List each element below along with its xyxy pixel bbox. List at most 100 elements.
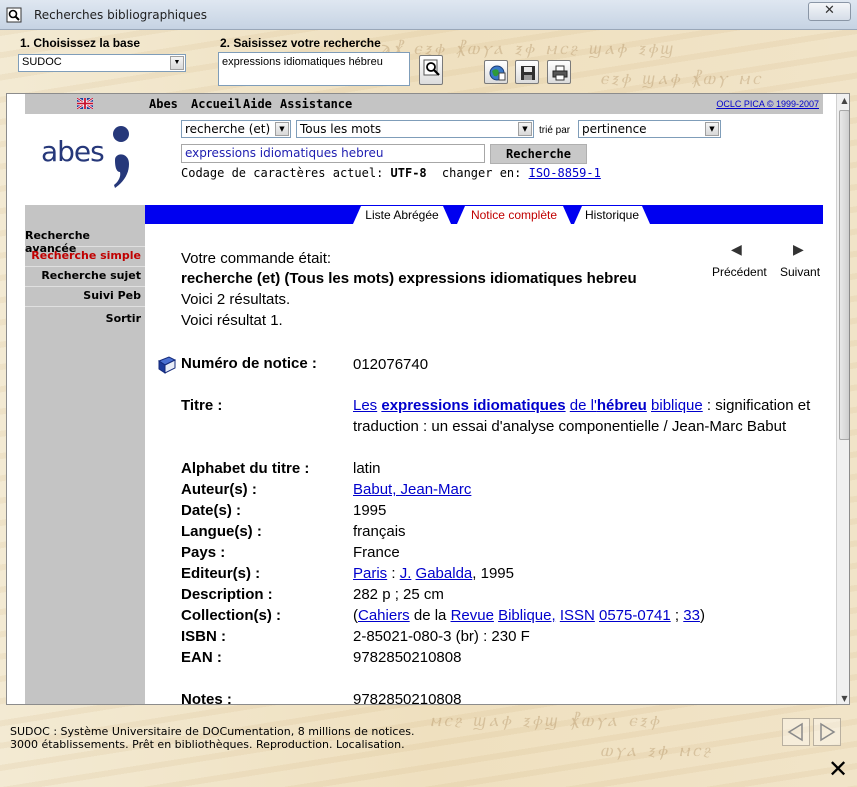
right-triangle-icon [820,722,836,742]
print-button[interactable] [547,60,571,84]
logo-text: abes [41,135,105,168]
sort-value: pertinence [582,122,647,136]
date-label: Date(s) : [181,502,242,519]
scroll-down-icon[interactable]: ▼ [838,692,849,704]
copyright-link[interactable]: OCLC PICA © 1999-2007 [716,99,819,109]
collection-label: Collection(s) : [181,607,281,624]
pays-value: France [353,544,400,561]
titre-value: Les expressions idiomatiques de l'hébreu… [353,395,827,437]
titre-link-expressions[interactable]: expressions idiomatiques [381,397,565,414]
scroll-up-icon[interactable]: ▲ [838,94,849,108]
next-arrow-icon[interactable]: ▶ [793,242,804,258]
recherche-button[interactable]: Recherche [490,144,587,164]
search-app-icon [6,7,22,23]
search-button[interactable] [419,55,443,85]
magnifier-icon [423,59,440,76]
sidebar-item-suivi-peb[interactable]: Suivi Peb [83,289,141,302]
printer-icon [552,65,568,81]
editeur-name-link[interactable]: Gabalda [416,565,473,582]
collection-link-issn[interactable]: ISSN [560,607,595,624]
notice-label: Numéro de notice : [181,355,317,372]
notice-value: 012076740 [353,356,429,373]
vertical-scrollbar[interactable]: ▲ ▼ [836,94,849,704]
next-link[interactable]: Suivant [780,265,820,279]
notes-label: Notes : [181,691,232,705]
collection-link-biblique[interactable]: Biblique, [498,607,556,624]
titre-link-de[interactable]: de l' [570,397,597,414]
encoding-value: UTF-8 [390,166,427,180]
titre-link-les[interactable]: Les [353,397,377,414]
sidebar-item-sortir[interactable]: Sortir [106,312,141,325]
collection-text-1: de la [409,607,451,624]
titre-label: Titre : [181,397,223,414]
titre-link-hebreu[interactable]: hébreu [597,397,647,414]
pays-label: Pays : [181,544,226,561]
footer-line-1: SUDOC : Système Universitaire de DOCumen… [10,725,415,738]
sort-select[interactable]: pertinence ▼ [578,120,721,138]
base-select-value: SUDOC [22,56,62,68]
date-value: 1995 [353,502,387,519]
menu-item-aide[interactable]: Aide [243,97,272,111]
notes-value: 9782850210808 [353,691,462,705]
collection-link-issn-number[interactable]: 0575-0741 [599,607,671,624]
tab-notice-complete[interactable]: Notice complète [457,206,571,224]
exit-close-icon[interactable]: ✕ [826,757,850,781]
description-value: 282 p ; 25 cm [353,586,444,603]
tab-historique[interactable]: Historique [574,206,650,224]
command-label: Votre commande était: [181,250,332,267]
auteur-link[interactable]: Babut, Jean-Marc [353,481,471,498]
editeur-separator: : [387,565,400,582]
sidebar-item-recherche-simple[interactable]: Recherche simple [31,249,141,262]
terms-input[interactable]: expressions idiomatiques hebreu [181,144,485,163]
globe-button[interactable] [484,60,508,84]
step2-label: 2. Saisissez votre recherche [220,36,381,50]
menu-item-assistance[interactable]: Assistance [280,97,352,111]
editeur-year: , 1995 [472,565,514,582]
scope-value: Tous les mots [300,122,382,136]
sidebar-item-recherche-sujet[interactable]: Recherche sujet [41,269,141,282]
collection-link-volume[interactable]: 33 [683,607,700,624]
footer-prev-button[interactable] [782,718,810,746]
save-button[interactable] [515,60,539,84]
langue-value: français [353,523,406,540]
prev-link[interactable]: Précédent [712,265,767,279]
isbn-value: 2-85021-080-3 (br) : 230 F [353,628,530,645]
encoding-label: Codage de caractères actuel: [181,166,384,180]
globe-icon [489,65,506,81]
menu-item-accueil[interactable]: Accueil [191,97,242,111]
footer-next-button[interactable] [813,718,841,746]
alphabet-label: Alphabet du titre : [181,460,310,477]
floppy-disk-icon [521,66,535,80]
search-input[interactable]: expressions idiomatiques hébreu [218,52,410,86]
operator-select[interactable]: recherche (et) ▼ [181,120,291,138]
chevron-down-icon[interactable]: ▼ [518,122,532,136]
results-viewport: abes Abes Accueil Aide Assistance OCLC P… [6,93,850,705]
scrollbar-thumb[interactable] [839,110,849,440]
scope-select[interactable]: Tous les mots ▼ [296,120,534,138]
base-select[interactable]: SUDOC ▼ [18,54,186,72]
window-title: Recherches bibliographiques [34,8,207,22]
menu-bar: Abes Accueil Aide Assistance OCLC PICA ©… [145,94,823,114]
sort-label: trié par [539,125,571,136]
chevron-down-icon[interactable]: ▼ [170,56,184,70]
chevron-down-icon[interactable]: ▼ [705,122,719,136]
uk-flag-icon[interactable] [77,98,93,109]
change-encoding-link[interactable]: ISO-8859-1 [529,166,601,180]
ean-value: 9782850210808 [353,649,462,666]
titre-link-biblique[interactable]: biblique [651,397,703,414]
window-titlebar: Recherches bibliographiques ✕ [0,0,857,30]
collection-link-cahiers[interactable]: Cahiers [358,607,410,624]
book-icon [157,356,177,374]
collection-link-revue[interactable]: Revue [451,607,494,624]
chevron-down-icon[interactable]: ▼ [275,122,289,136]
menu-item-abes[interactable]: Abes [149,97,178,111]
editeur-j-link[interactable]: J. [400,565,412,582]
editeur-place-link[interactable]: Paris [353,565,387,582]
tab-liste-abregee[interactable]: Liste Abrégée [353,206,451,224]
command-text: recherche (et) (Tous les mots) expressio… [181,270,637,287]
prev-arrow-icon[interactable]: ◀ [731,242,742,258]
result-count: Voici 2 résultats. [181,291,291,308]
auteur-label: Auteur(s) : [181,481,257,498]
ean-label: EAN : [181,649,222,666]
window-close-button[interactable]: ✕ [808,2,851,21]
